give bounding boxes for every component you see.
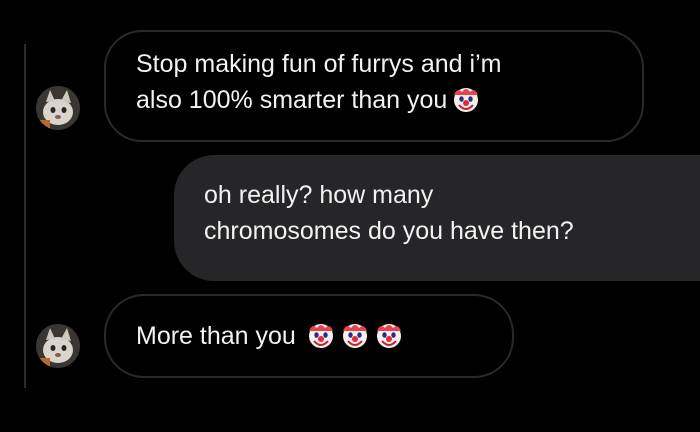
clown-face-icon bbox=[340, 320, 370, 350]
clown-face-icon bbox=[451, 84, 481, 114]
thread-divider bbox=[24, 44, 26, 388]
message-text-line: Stop making fun of furrys and i’m bbox=[136, 50, 502, 78]
message-text-line: More than you bbox=[136, 322, 296, 350]
message-text-line: oh really? how many bbox=[204, 181, 434, 209]
message-text-line: chromosomes do you have then? bbox=[204, 217, 574, 245]
incoming-message-bubble[interactable]: More than you bbox=[104, 294, 514, 378]
outgoing-message-bubble[interactable]: oh really? how many chromosomes do you h… bbox=[174, 155, 700, 281]
message-text-line: also 100% smarter than you bbox=[136, 86, 448, 114]
furry-avatar-icon bbox=[36, 86, 80, 130]
furry-avatar-icon bbox=[36, 324, 80, 368]
chat-screen: Stop making fun of furrys and i’m also 1… bbox=[0, 0, 700, 432]
sender-avatar[interactable] bbox=[36, 86, 80, 130]
clown-face-icon bbox=[374, 320, 404, 350]
incoming-message-bubble[interactable]: Stop making fun of furrys and i’m also 1… bbox=[104, 30, 644, 142]
clown-face-icon bbox=[306, 320, 336, 350]
sender-avatar[interactable] bbox=[36, 324, 80, 368]
